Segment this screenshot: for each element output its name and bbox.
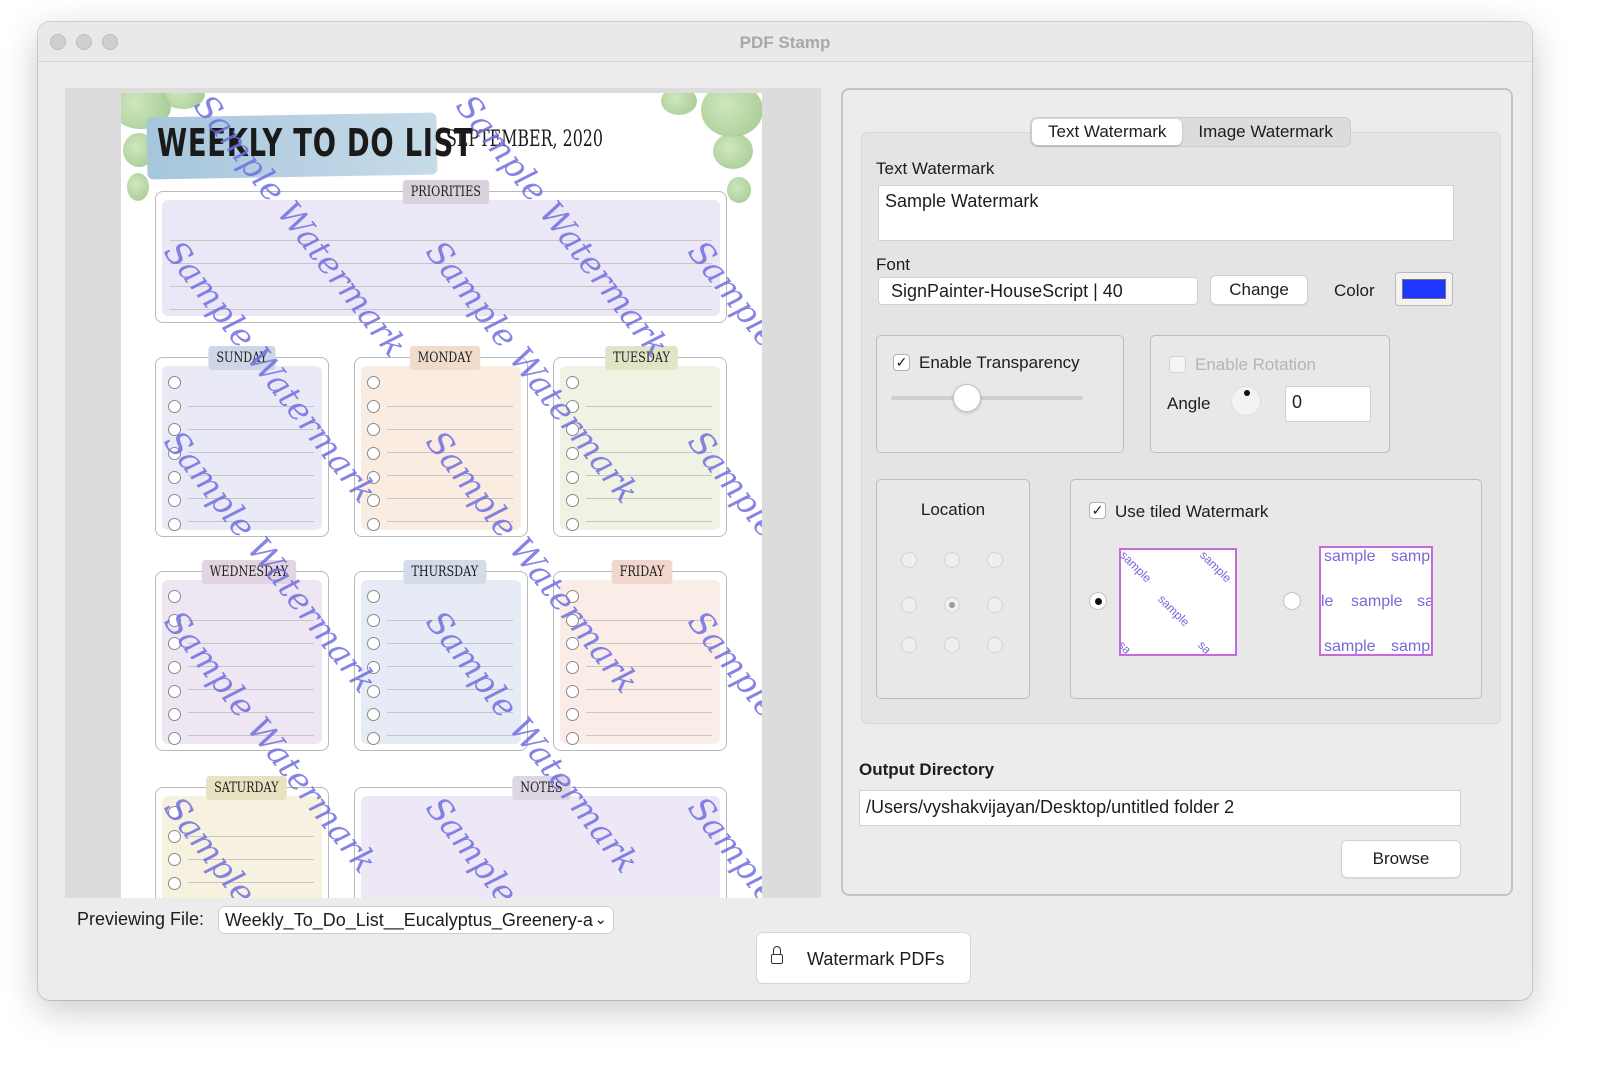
output-directory-label: Output Directory [859,760,995,779]
watermark-pdfs-label: Watermark PDFs [807,949,945,969]
angle-label: Angle [1167,394,1211,413]
transparency-slider-thumb[interactable] [953,384,981,412]
leaf-decoration [127,173,149,201]
rotation-group: Enable Rotation Angle 0 [1150,335,1390,453]
angle-input[interactable]: 0 [1285,386,1371,422]
text-watermark-label: Text Watermark [876,159,995,178]
transparency-group: ✓ Enable Transparency [876,335,1124,453]
location-top-left[interactable] [901,552,917,568]
location-label: Location [920,500,986,519]
app-window: PDF Stamp WEEKLY TO DO LIST SEPTEMBER, 2… [38,22,1532,1000]
pdf-preview-area: WEEKLY TO DO LIST SEPTEMBER, 2020 PRIORI… [65,88,821,898]
use-tiled-watermark-label: Use tiled Watermark [1115,502,1269,521]
location-top-right[interactable] [987,552,1003,568]
previewing-file-select[interactable]: Weekly_To_Do_List__Eucalyptus_Greenery-a… [218,906,614,934]
watermark-pdfs-button[interactable]: Watermark PDFs [756,932,971,984]
tile-diagonal-radio[interactable] [1089,592,1107,610]
leaf-decoration [727,177,751,203]
pdf-page-preview: WEEKLY TO DO LIST SEPTEMBER, 2020 PRIORI… [121,93,762,898]
tiled-watermark-group: ✓ Use tiled Watermark sample sample samp… [1070,479,1482,699]
color-swatch [1402,279,1446,299]
tile-grid-radio[interactable] [1283,592,1301,610]
location-center[interactable] [944,597,960,613]
tile-diagonal-preview: sample sample sample sa sa [1119,548,1237,656]
location-bottom-right[interactable] [987,637,1003,653]
location-top-center[interactable] [944,552,960,568]
tile-grid-preview: sample samp le sample sa sample samp [1319,546,1433,656]
notes-box: NOTES [354,776,727,898]
font-label: Font [876,255,911,274]
enable-transparency-checkbox[interactable]: ✓ [893,354,910,371]
browse-button[interactable]: Browse [1341,840,1461,878]
friday-tag: FRIDAY [611,560,673,584]
location-middle-left[interactable] [901,597,917,613]
output-directory-input[interactable]: /Users/vyshakvijayan/Desktop/untitled fo… [859,790,1461,826]
change-font-button[interactable]: Change [1210,275,1308,305]
leaf-decoration [713,133,753,169]
priorities-tag: PRIORITIES [402,180,489,204]
chevron-down-icon: ⌄ [594,911,607,928]
enable-rotation-checkbox[interactable] [1169,356,1186,373]
location-middle-right[interactable] [987,597,1003,613]
location-bottom-left[interactable] [901,637,917,653]
font-field: SignPainter-HouseScript | 40 [878,277,1198,305]
location-bottom-center[interactable] [944,637,960,653]
tab-text-watermark[interactable]: Text Watermark [1032,119,1183,145]
lock-icon [771,946,783,966]
thursday-tag: THURSDAY [403,560,487,584]
window-title: PDF Stamp [739,33,831,52]
text-watermark-input[interactable]: Sample Watermark [878,185,1454,241]
enable-rotation-label: Enable Rotation [1195,355,1316,374]
title-bar: PDF Stamp [38,22,1532,62]
tab-image-watermark[interactable]: Image Watermark [1182,119,1348,145]
enable-transparency-label: Enable Transparency [919,353,1080,372]
color-picker-well[interactable] [1395,272,1453,306]
previewing-file-label: Previewing File: [77,909,205,929]
angle-knob[interactable] [1231,386,1261,416]
color-label: Color [1334,281,1375,300]
location-group: Location [876,479,1030,699]
monday-tag: MONDAY [409,346,481,370]
settings-panel: Text Watermark Image Watermark Text Wate… [841,88,1513,896]
previewing-file-value: Weekly_To_Do_List__Eucalyptus_Greenery-a [225,910,593,930]
watermark-tab-group: Text Watermark Image Watermark Text Wate… [861,117,1501,724]
leaf-decoration [701,93,762,137]
transparency-slider-track[interactable] [891,396,1083,400]
leaf-decoration [661,93,697,115]
use-tiled-watermark-checkbox[interactable]: ✓ [1089,502,1106,519]
watermark-type-tabs: Text Watermark Image Watermark [1030,117,1351,147]
